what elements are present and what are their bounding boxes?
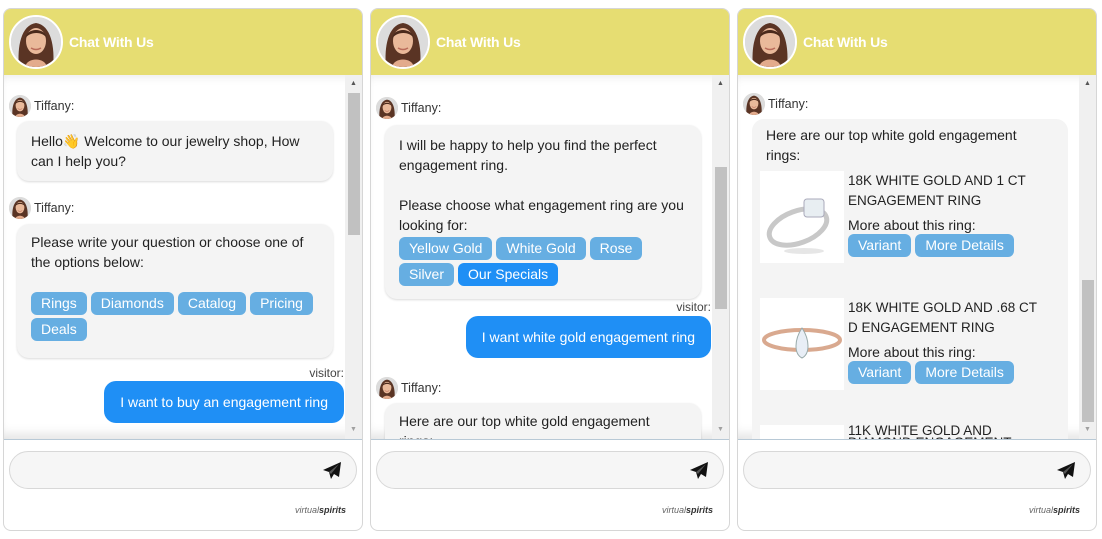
- chat-widget-1: Chat With Us Tiffany: Hello👋 Welcome to …: [3, 8, 363, 531]
- chat-widget-2: Chat With Us Tiffany: I will be happy to…: [370, 8, 730, 531]
- message-author: Tiffany:: [743, 93, 808, 115]
- option-white-gold[interactable]: White Gold: [496, 237, 586, 260]
- agent-avatar-icon: [9, 15, 63, 69]
- branding-logo: virtualspirits: [1028, 505, 1080, 515]
- message-input-container: [743, 451, 1091, 489]
- visitor-message: I want white gold engagement ring: [465, 316, 711, 358]
- message-input[interactable]: [10, 452, 310, 488]
- agent-avatar-icon: [9, 197, 31, 219]
- option-pricing[interactable]: Pricing: [250, 292, 313, 315]
- agent-message: I will be happy to help you find the per…: [385, 125, 701, 299]
- paper-plane-icon[interactable]: [1056, 461, 1076, 481]
- option-yellow-gold[interactable]: Yellow Gold: [399, 237, 493, 260]
- message-list: Tiffany: Here are our top white gold eng…: [738, 75, 1096, 439]
- product-name: 18K WHITE GOLD AND .68 CT D ENGAGEMENT R…: [848, 300, 1037, 335]
- scroll-up-icon[interactable]: ▲: [345, 77, 362, 91]
- option-deals[interactable]: Deals: [31, 318, 87, 341]
- scrollbar[interactable]: ▲ ▼: [1079, 75, 1096, 439]
- visitor-label: visitor:: [309, 366, 344, 380]
- divider: [738, 439, 1096, 440]
- chat-header: Chat With Us: [371, 9, 729, 75]
- scroll-up-icon[interactable]: ▲: [1079, 77, 1096, 91]
- option-catalog[interactable]: Catalog: [177, 292, 247, 315]
- ring-image[interactable]: [760, 298, 844, 390]
- more-about-label: More about this ring:: [848, 344, 976, 360]
- agent-message: Please write your question or choose one…: [17, 224, 333, 358]
- agent-avatar-icon: [376, 377, 398, 399]
- option-silver[interactable]: Silver: [399, 263, 455, 286]
- divider: [371, 439, 729, 440]
- product-card: 18K WHITE GOLD AND .68 CT D ENGAGEMENT R…: [760, 298, 1048, 390]
- more-about-label: More about this ring:: [848, 217, 976, 233]
- scrollbar[interactable]: ▲ ▼: [345, 75, 362, 439]
- divider: [4, 439, 362, 440]
- message-list: Tiffany: Hello👋 Welcome to our jewelry s…: [4, 75, 362, 439]
- header-title: Chat With Us: [803, 34, 888, 50]
- visitor-label: visitor:: [676, 300, 711, 314]
- option-rose[interactable]: Rose: [589, 237, 643, 260]
- chat-widget-3: Chat With Us Tiffany: Here are our top w…: [737, 8, 1097, 531]
- header-title: Chat With Us: [436, 34, 521, 50]
- scrollbar-thumb[interactable]: [348, 93, 360, 235]
- product-card: 18K WHITE GOLD AND 1 CT ENGAGEMENT RING …: [760, 171, 1048, 263]
- paper-plane-icon[interactable]: [322, 461, 342, 481]
- agent-message: Hello👋 Welcome to our jewelry shop, How …: [17, 121, 333, 181]
- visitor-message: I want to buy an engagement ring: [104, 381, 344, 423]
- message-author: Tiffany:: [376, 97, 441, 119]
- header-title: Chat With Us: [69, 34, 154, 50]
- quick-reply-options: Yellow Gold White Gold Rose Silver Our S…: [399, 237, 687, 286]
- option-diamonds[interactable]: Diamonds: [90, 292, 174, 315]
- scroll-down-icon[interactable]: ▼: [1079, 423, 1096, 437]
- quick-reply-options: Rings Diamonds Catalog Pricing Deals: [31, 292, 319, 341]
- variant-button[interactable]: Variant: [848, 361, 912, 384]
- message-author: Tiffany:: [9, 95, 74, 117]
- branding-logo: virtualspirits: [294, 505, 346, 515]
- variant-button[interactable]: Variant: [848, 234, 912, 257]
- scroll-down-icon[interactable]: ▼: [712, 423, 729, 437]
- message-author: Tiffany:: [376, 377, 441, 399]
- message-input-container: [376, 451, 724, 489]
- more-details-button[interactable]: More Details: [915, 361, 1014, 384]
- message-list: Tiffany: I will be happy to help you fin…: [371, 75, 729, 439]
- more-details-button[interactable]: More Details: [915, 234, 1014, 257]
- scrollbar-thumb[interactable]: [715, 167, 727, 309]
- scroll-down-icon[interactable]: ▼: [345, 423, 362, 437]
- agent-avatar-icon: [9, 95, 31, 117]
- agent-message: Here are our top white gold engagement r…: [385, 403, 701, 439]
- chat-header: Chat With Us: [4, 9, 362, 75]
- message-input[interactable]: [377, 452, 677, 488]
- option-our-specials[interactable]: Our Specials: [458, 263, 559, 286]
- ring-image[interactable]: [760, 425, 844, 439]
- option-rings[interactable]: Rings: [31, 292, 87, 315]
- agent-avatar-icon: [743, 93, 765, 115]
- message-input[interactable]: [744, 452, 1044, 488]
- message-input-container: [9, 451, 357, 489]
- chat-header: Chat With Us: [738, 9, 1096, 75]
- ring-image[interactable]: [760, 171, 844, 263]
- agent-avatar-icon: [376, 97, 398, 119]
- message-author: Tiffany:: [9, 197, 74, 219]
- paper-plane-icon[interactable]: [689, 461, 709, 481]
- product-card: 11K WHITE GOLD AND DIAMOND ENGAGEMENT RI…: [760, 423, 1048, 439]
- agent-avatar-icon: [376, 15, 430, 69]
- scrollbar[interactable]: ▲ ▼: [712, 75, 729, 439]
- product-name: 11K WHITE GOLD AND DIAMOND ENGAGEMENT RI…: [848, 423, 1011, 439]
- branding-logo: virtualspirits: [661, 505, 713, 515]
- agent-message: Here are our top white gold engagement r…: [752, 119, 1068, 439]
- agent-avatar-icon: [743, 15, 797, 69]
- scrollbar-thumb[interactable]: [1082, 280, 1094, 422]
- product-name: 18K WHITE GOLD AND 1 CT ENGAGEMENT RING: [848, 173, 1026, 208]
- scroll-up-icon[interactable]: ▲: [712, 77, 729, 91]
